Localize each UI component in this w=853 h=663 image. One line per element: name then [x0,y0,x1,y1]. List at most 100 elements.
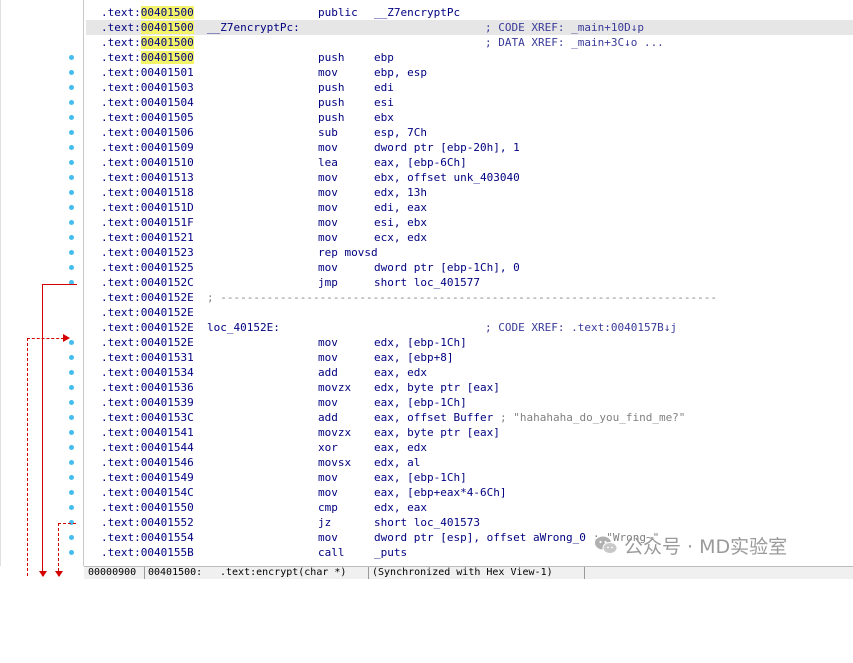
instruction-mnemonic[interactable]: mov [318,395,338,410]
instruction-operands[interactable]: edx, eax [374,500,427,515]
listing-row[interactable]: .text:0040151F mov esi, ebx [86,215,853,230]
instruction-mnemonic[interactable]: push [318,80,345,95]
instruction-mnemonic[interactable]: mov [318,185,338,200]
row-address[interactable]: .text:00401504 [101,95,194,110]
listing-row[interactable]: .text:00401503 push edi [86,80,853,95]
instruction-mnemonic[interactable]: mov [318,530,338,545]
instruction-operands[interactable]: ebx, offset unk_403040 [374,170,520,185]
row-address-value[interactable]: 00401504 [141,96,194,109]
row-address[interactable]: .text:00401552 [101,515,194,530]
instruction-mnemonic[interactable]: mov [318,170,338,185]
row-address[interactable]: .text:00401501 [101,65,194,80]
disassembly-listing[interactable]: .text:00401500 public __Z7encryptPc .text:0… [86,0,853,566]
row-address[interactable]: .text:00401534 [101,365,194,380]
instruction-operands[interactable]: eax, [ebp+8] [374,350,453,365]
instruction-mnemonic[interactable]: rep movsd [318,245,378,260]
listing-row[interactable]: .text:0040152E ; ------------------------… [86,290,853,305]
listing-row[interactable]: .text:0040151D mov edi, eax [86,200,853,215]
row-address-value[interactable]: 00401500 [140,21,194,34]
row-address-value[interactable]: 00401501 [141,66,194,79]
instruction-operands[interactable]: eax, [ebp-1Ch] [374,470,467,485]
row-address-value[interactable]: 0040155B [141,546,194,559]
instruction-operands[interactable]: esi [374,95,394,110]
row-address[interactable]: .text:00401503 [101,80,194,95]
row-address[interactable]: .text:00401549 [101,470,194,485]
instruction-operands[interactable]: eax, edx [374,440,427,455]
row-address-value[interactable]: 0040152E [141,336,194,349]
instruction-mnemonic[interactable]: mov [318,65,338,80]
instruction-operands[interactable]: ebx [374,110,394,125]
row-address[interactable]: .text:0040155B [101,545,194,560]
instruction-operands[interactable]: eax, byte ptr [eax] [374,425,500,440]
listing-row[interactable]: .text:0040153C add eax, offset Buffer ; "h… [86,410,853,425]
row-address-value[interactable]: 00401552 [141,516,194,529]
row-address[interactable]: .text:00401541 [101,425,194,440]
row-address-value[interactable]: 00401539 [141,396,194,409]
xref-comment[interactable]: ; CODE XREF: _main+10D↓p [485,20,644,35]
instruction-operands[interactable]: dword ptr [ebp-20h], 1 [374,140,520,155]
row-address[interactable]: .text:00401500 [101,35,194,50]
instruction-operands[interactable]: edx, [ebp-1Ch] [374,335,467,350]
row-address-value[interactable]: 00401534 [141,366,194,379]
instruction-mnemonic[interactable]: mov [318,350,338,365]
row-address-value[interactable]: 00401531 [141,351,194,364]
instruction-mnemonic[interactable]: push [318,110,345,125]
listing-row[interactable]: .text:00401534 add eax, edx [86,365,853,380]
listing-row[interactable]: .text:00401531 mov eax, [ebp+8] [86,350,853,365]
instruction-mnemonic[interactable]: mov [318,140,338,155]
instruction-mnemonic[interactable]: call [318,545,345,560]
instruction-mnemonic[interactable]: push [318,50,345,65]
row-address-value[interactable]: 00401549 [141,471,194,484]
xref-comment[interactable]: ; CODE XREF: .text:0040157B↓j [485,320,677,335]
instruction-operands[interactable]: ebp, esp [374,65,427,80]
listing-row[interactable]: .text:00401501 mov ebp, esp [86,65,853,80]
row-address-value[interactable]: 00401510 [141,156,194,169]
listing-row[interactable]: .text:00401518 mov edx, 13h [86,185,853,200]
instruction-operands[interactable]: short loc_401573 [374,515,480,530]
xref-comment[interactable]: ; DATA XREF: _main+3C↓o ... [485,35,664,50]
listing-row[interactable]: .text:00401510 lea eax, [ebp-6Ch] [86,155,853,170]
instruction-mnemonic[interactable]: mov [318,335,338,350]
row-address-value[interactable]: 00401505 [141,111,194,124]
listing-row[interactable]: .text:00401549 mov eax, [ebp-1Ch] [86,470,853,485]
instruction-operands[interactable]: short loc_401577 [374,275,480,290]
instruction-mnemonic[interactable]: movzx [318,425,351,440]
code-label[interactable]: loc_40152E: [207,320,280,335]
row-address-value[interactable]: 00401554 [141,531,194,544]
listing-row[interactable]: .text:00401523 rep movsd [86,245,853,260]
instruction-mnemonic[interactable]: lea [318,155,338,170]
row-address[interactable]: .text:0040152E [101,290,194,305]
listing-row[interactable]: .text:00401521 mov ecx, edx [86,230,853,245]
instruction-mnemonic[interactable]: mov [318,215,338,230]
row-address[interactable]: .text:0040151F [101,215,194,230]
row-address[interactable]: .text:00401550 [101,500,194,515]
listing-row[interactable]: .text:00401552 jz short loc_401573 [86,515,853,530]
row-address[interactable]: .text:0040151D [101,200,194,215]
row-address-value[interactable]: 0040152E [141,321,194,334]
row-address[interactable]: .text:00401500 [101,20,194,35]
row-address-value[interactable]: 0040153C [141,411,194,424]
row-address[interactable]: .text:0040152C [101,275,194,290]
listing-row[interactable]: .text:0040152E loc_40152E: ; CODE XREF: .t… [86,320,853,335]
row-address-value[interactable]: 00401536 [141,381,194,394]
instruction-mnemonic[interactable]: public [318,5,358,20]
code-label[interactable]: __Z7encryptPc: [207,20,300,35]
instruction-operands[interactable]: dword ptr [ebp-1Ch], 0 [374,260,520,275]
instruction-mnemonic[interactable]: jmp [318,275,338,290]
instruction-mnemonic[interactable]: sub [318,125,338,140]
row-address-value[interactable]: 00401541 [141,426,194,439]
row-address[interactable]: .text:0040154C [101,485,194,500]
instruction-operands[interactable]: esi, ebx [374,215,427,230]
row-address[interactable]: .text:00401513 [101,170,194,185]
row-address-value[interactable]: 00401500 [140,51,194,64]
listing-row[interactable]: .text:00401513 mov ebx, offset unk_403040 [86,170,853,185]
row-address[interactable]: .text:00401546 [101,455,194,470]
row-address[interactable]: .text:00401500 [101,50,194,65]
instruction-mnemonic[interactable]: mov [318,230,338,245]
row-address[interactable]: .text:00401510 [101,155,194,170]
row-address[interactable]: .text:0040152E [101,320,194,335]
instruction-mnemonic[interactable]: jz [318,515,331,530]
instruction-operands[interactable]: esp, 7Ch [374,125,427,140]
instruction-operands[interactable]: dword ptr [esp], offset aWrong_0 [374,530,586,545]
row-address-value[interactable]: 0040152C [141,276,194,289]
